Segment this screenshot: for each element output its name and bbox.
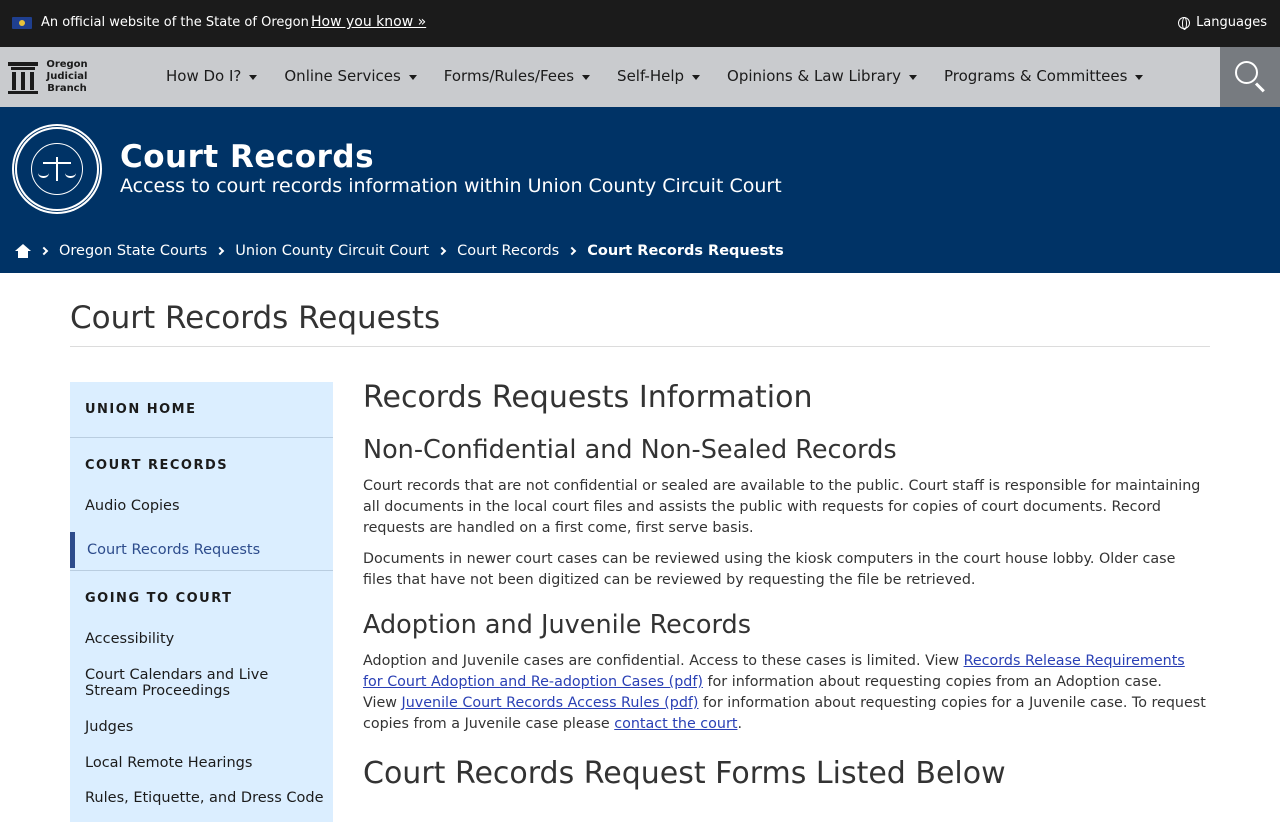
caret-down-icon xyxy=(692,74,701,80)
non-confidential-paragraph-2: Documents in newer court cases can be re… xyxy=(363,551,1176,588)
juvenile-rules-link[interactable]: Juvenile Court Records Access Rules (pdf… xyxy=(401,695,698,711)
chevron-right-icon xyxy=(215,246,225,256)
breadcrumb-court-records[interactable]: Court Records xyxy=(457,243,559,259)
request-forms-heading: Court Records Request Forms Listed Below xyxy=(363,756,1006,791)
records-requests-heading: Records Requests Information xyxy=(363,380,813,415)
main-nav: Oregon Judicial Branch How Do I? Online … xyxy=(0,47,1280,107)
courthouse-pillars-icon xyxy=(8,60,38,94)
logo-text: Oregon Judicial Branch xyxy=(46,59,88,94)
adoption-juvenile-paragraph: Adoption and Juvenile cases are confiden… xyxy=(363,653,1206,732)
breadcrumb-current: Court Records Requests xyxy=(587,243,784,259)
sidebar-union-home[interactable]: UNION HOME xyxy=(85,402,196,417)
sidebar-going-to-court-heading[interactable]: GOING TO COURT xyxy=(85,591,233,606)
search-icon xyxy=(1235,61,1258,84)
nav-menu: How Do I? Online Services Forms/Rules/Fe… xyxy=(166,67,1170,85)
sidebar-item-label: Court Records Requests xyxy=(87,542,261,558)
sidebar: UNION HOME COURT RECORDS Audio Copies Co… xyxy=(70,382,333,822)
sidebar-divider xyxy=(70,437,333,438)
chevron-right-icon xyxy=(437,246,447,256)
search-button[interactable] xyxy=(1220,47,1280,107)
sidebar-item-accessibility[interactable]: Accessibility xyxy=(85,631,325,647)
sidebar-item-rules-etiquette[interactable]: Rules, Etiquette, and Dress Code xyxy=(85,790,325,806)
contact-court-link[interactable]: contact the court xyxy=(614,716,737,732)
sidebar-divider xyxy=(70,570,333,571)
sidebar-item-court-records-requests[interactable]: Court Records Requests xyxy=(70,532,333,568)
sidebar-court-records-heading[interactable]: COURT RECORDS xyxy=(85,458,228,473)
sidebar-item-court-calendars[interactable]: Court Calendars and Live Stream Proceedi… xyxy=(85,667,325,699)
nav-item-opinions-law-library[interactable]: Opinions & Law Library xyxy=(727,67,917,85)
official-website-text: An official website of the State of Oreg… xyxy=(41,15,309,30)
nav-item-forms-rules-fees[interactable]: Forms/Rules/Fees xyxy=(444,67,591,85)
chevron-right-icon xyxy=(39,246,49,256)
home-icon[interactable] xyxy=(15,244,31,258)
hero-title: Court Records xyxy=(120,139,375,175)
hero-subtitle: Access to court records information with… xyxy=(120,175,782,197)
official-banner: An official website of the State of Oreg… xyxy=(0,0,1280,47)
nav-item-online-services[interactable]: Online Services xyxy=(284,67,417,85)
active-indicator xyxy=(70,532,75,568)
languages-button[interactable]: Languages xyxy=(1178,15,1267,30)
caret-down-icon xyxy=(582,74,591,80)
non-confidential-heading: Non-Confidential and Non-Sealed Records xyxy=(363,435,897,465)
sidebar-item-local-remote-hearings[interactable]: Local Remote Hearings xyxy=(85,755,325,771)
chevron-right-icon xyxy=(567,246,577,256)
caret-down-icon xyxy=(1135,74,1144,80)
page-title: Court Records Requests xyxy=(70,300,441,336)
judicial-department-seal-icon xyxy=(15,127,99,211)
sidebar-item-audio-copies[interactable]: Audio Copies xyxy=(85,498,325,514)
languages-label: Languages xyxy=(1196,15,1267,30)
caret-down-icon xyxy=(908,74,917,80)
non-confidential-paragraph-1: Court records that are not confidential … xyxy=(363,478,1201,536)
globe-icon xyxy=(1178,16,1191,30)
nav-item-self-help[interactable]: Self-Help xyxy=(617,67,701,85)
hero-banner: Court Records Access to court records in… xyxy=(0,107,1280,273)
title-divider xyxy=(70,346,1210,347)
sidebar-item-judges[interactable]: Judges xyxy=(85,719,325,735)
adoption-juvenile-heading: Adoption and Juvenile Records xyxy=(363,610,751,640)
breadcrumb: Oregon State Courts Union County Circuit… xyxy=(15,243,784,259)
ojb-logo[interactable]: Oregon Judicial Branch xyxy=(8,57,92,97)
breadcrumb-union-county[interactable]: Union County Circuit Court xyxy=(235,243,429,259)
nav-item-how-do-i[interactable]: How Do I? xyxy=(166,67,258,85)
breadcrumb-oregon-state-courts[interactable]: Oregon State Courts xyxy=(59,243,207,259)
nav-item-programs-committees[interactable]: Programs & Committees xyxy=(944,67,1144,85)
how-you-know-link[interactable]: How you know » xyxy=(311,14,426,30)
caret-down-icon xyxy=(249,74,258,80)
oregon-flag-icon xyxy=(12,17,32,29)
caret-down-icon xyxy=(408,74,417,80)
